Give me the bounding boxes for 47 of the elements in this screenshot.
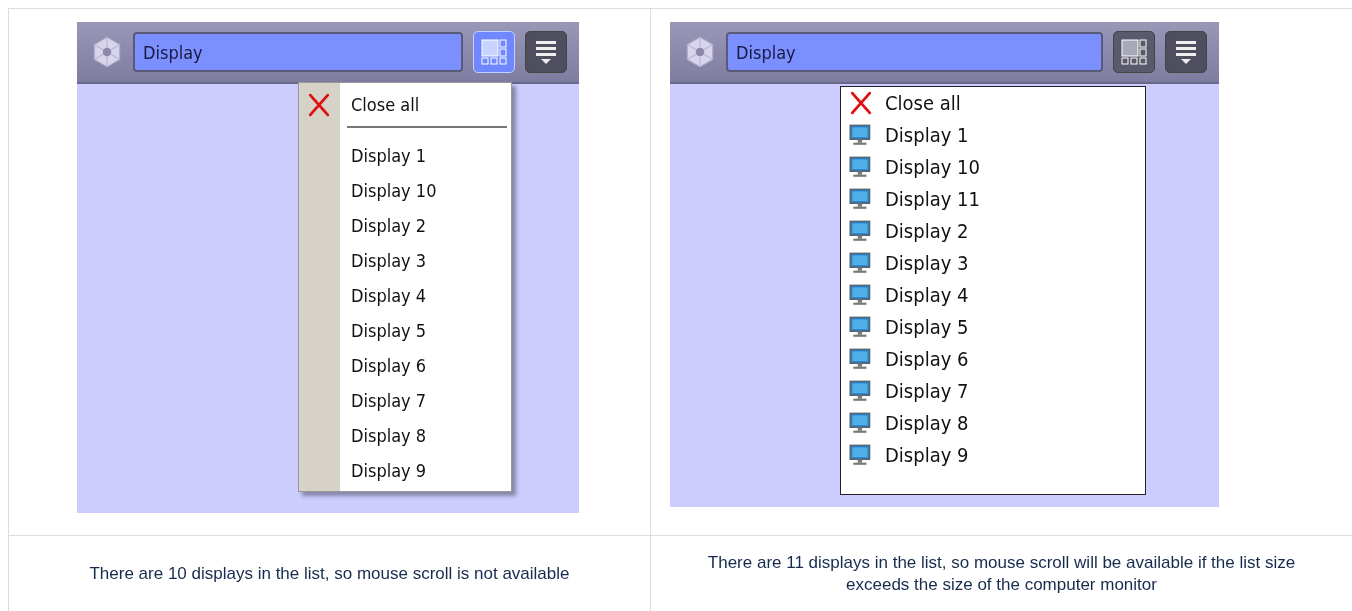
menu-item[interactable]: Display 7 <box>841 375 1145 407</box>
hexagon-logo-icon <box>684 36 716 68</box>
monitor-icon <box>849 443 873 467</box>
monitor-icon <box>849 347 873 371</box>
monitor-icon <box>849 251 873 275</box>
menu-item[interactable]: Display 1 <box>841 119 1145 151</box>
menu-item[interactable]: Display 4 <box>841 279 1145 311</box>
monitor-icon <box>849 315 873 339</box>
menu-item[interactable]: Display 6 <box>841 343 1145 375</box>
menu-button[interactable] <box>525 31 567 73</box>
menu-item[interactable]: Display 9 <box>299 453 511 488</box>
menu-item[interactable]: Display 5 <box>841 311 1145 343</box>
menu-item[interactable]: Display 10 <box>299 173 511 208</box>
menu-item[interactable]: Display 8 <box>841 407 1145 439</box>
menu-item[interactable]: Display 4 <box>299 278 511 313</box>
layout-grid-icon <box>480 38 508 66</box>
menu-item[interactable]: Display 10 <box>841 151 1145 183</box>
menu-item[interactable]: Display 11 <box>841 183 1145 215</box>
search-field[interactable]: Display <box>726 32 1103 72</box>
menu-button[interactable] <box>1165 31 1207 73</box>
search-field[interactable]: Display <box>133 32 463 72</box>
hexagon-logo-icon <box>91 36 123 68</box>
menu-item[interactable]: Display 6 <box>299 348 511 383</box>
menu-item[interactable]: Display 9 <box>841 439 1145 471</box>
menu-item[interactable]: Display 7 <box>299 383 511 418</box>
menu-item[interactable]: Display 8 <box>299 418 511 453</box>
menu-item[interactable]: Display 3 <box>841 247 1145 279</box>
caption-text: There are 10 displays in the list, so mouse scroll is not available <box>89 562 570 585</box>
menu-item[interactable]: Display 1 <box>299 138 511 173</box>
layout-grid-button[interactable] <box>1113 31 1155 73</box>
menu-item[interactable]: Display 5 <box>299 313 511 348</box>
caption-text: There are 11 displays in the list, so mouse scroll will be available if the list size exceeds the size of the computer monitor <box>706 552 1297 595</box>
monitor-icon <box>849 379 873 403</box>
menu-item[interactable]: Close all <box>841 87 1145 119</box>
monitor-icon <box>849 283 873 307</box>
close-x-icon <box>849 91 873 115</box>
monitor-icon <box>849 187 873 211</box>
menu-item[interactable]: Display 3 <box>299 243 511 278</box>
menu-item[interactable]: Display 2 <box>841 215 1145 247</box>
monitor-icon <box>849 219 873 243</box>
layout-grid-icon <box>1120 38 1148 66</box>
close-x-icon <box>307 92 331 117</box>
menu-item[interactable]: Display 2 <box>299 208 511 243</box>
monitor-icon <box>849 411 873 435</box>
monitor-icon <box>849 123 873 147</box>
monitor-icon <box>849 155 873 179</box>
menu-item[interactable]: Close all <box>299 87 511 122</box>
